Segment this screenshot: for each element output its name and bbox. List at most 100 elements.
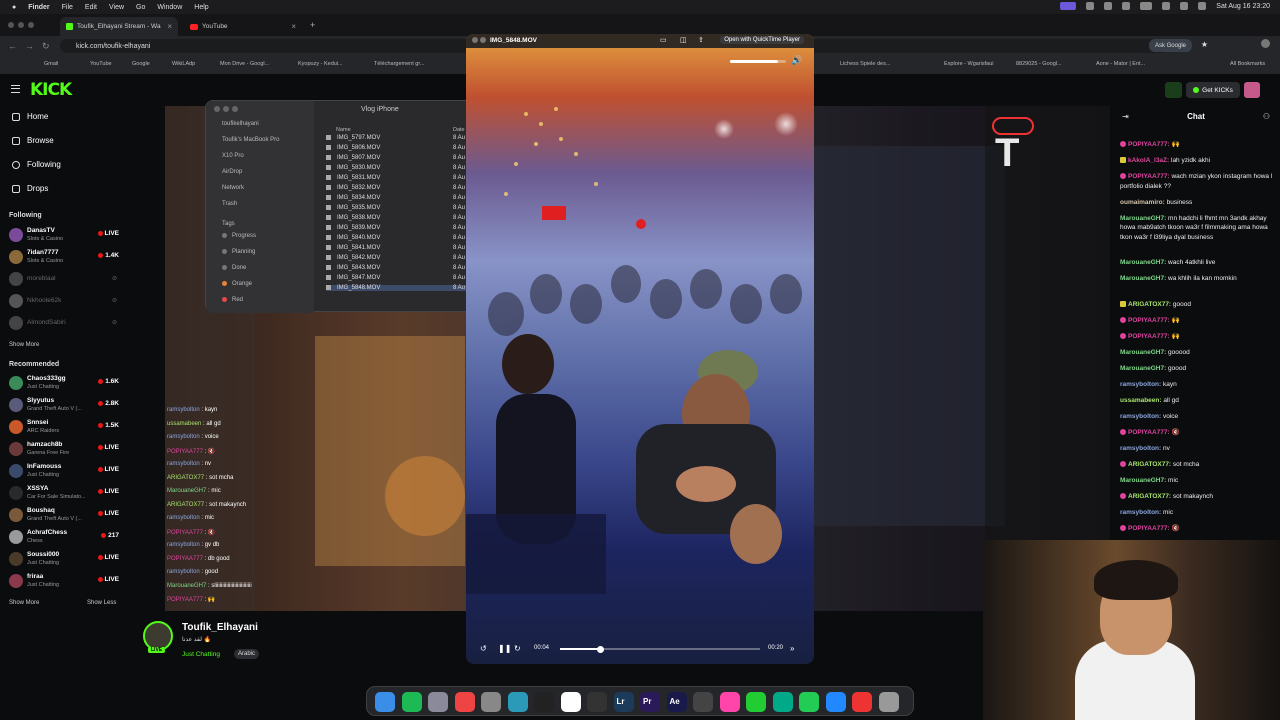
chat-username[interactable]: ramsybolton: <box>1120 381 1161 388</box>
battery-icon[interactable] <box>1140 2 1153 10</box>
finder-sidebar-item[interactable]: X10 Pro <box>222 153 244 159</box>
chat-username[interactable]: POPIYAA777: <box>1128 525 1170 532</box>
bookmark-item[interactable]: Google <box>132 61 150 67</box>
menu-help[interactable]: Help <box>194 4 208 11</box>
channel-item[interactable]: moreblaal ⊘ <box>9 270 121 290</box>
file-row[interactable]: IMG_5838.MOV 8 Au <box>326 215 471 221</box>
download-icon[interactable] <box>1165 82 1182 98</box>
finder-sidebar-item[interactable]: Done <box>222 265 246 271</box>
wifi-icon[interactable] <box>1162 2 1171 10</box>
app-store-icon[interactable] <box>825 692 846 712</box>
menu-file[interactable]: File <box>62 4 73 11</box>
clock-icon[interactable] <box>587 692 607 712</box>
minimize-window-button[interactable] <box>480 37 486 43</box>
menu-go[interactable]: Go <box>136 4 145 11</box>
file-row[interactable]: IMG_5797.MOV 8 Au <box>326 135 471 141</box>
bookmark-star-icon[interactable]: ★ <box>1201 40 1208 49</box>
minimize-window-button[interactable] <box>18 22 24 28</box>
chat-username[interactable]: ramsybolton: <box>1120 445 1161 452</box>
close-window-button[interactable] <box>214 106 220 112</box>
status-icon[interactable] <box>1122 2 1131 10</box>
stream-tag[interactable]: Arabic <box>234 649 260 659</box>
file-row[interactable]: IMG_5840.MOV 8 Au <box>326 235 471 241</box>
status-icon[interactable] <box>1086 2 1095 10</box>
search-icon[interactable] <box>1180 2 1189 10</box>
control-center-icon[interactable] <box>1198 2 1207 10</box>
finder-sidebar-item[interactable]: AirDrop <box>222 169 242 175</box>
chat-username[interactable]: MarouaneGH7: <box>1120 275 1166 282</box>
nav-browse[interactable]: Browse <box>12 136 54 145</box>
menu-window[interactable]: Window <box>157 4 182 11</box>
ask-google-button[interactable]: Ask Google <box>1148 39 1192 52</box>
lightroom-icon[interactable]: Lr <box>613 692 634 712</box>
bookmark-item[interactable]: WikiLAdp <box>172 61 195 67</box>
new-tab-icon[interactable]: + <box>310 20 315 30</box>
close-tab-icon[interactable]: × <box>291 22 296 31</box>
channel-item[interactable]: DanasTV Slots & Casino LIVE <box>9 226 121 246</box>
channel-item[interactable]: Slyyutus Grand Theft Auto V (... 2.8K <box>9 396 121 416</box>
chat-username[interactable]: ussamabeen: <box>1120 397 1162 404</box>
finder-icon[interactable] <box>375 692 395 712</box>
menu-icon[interactable] <box>11 85 20 93</box>
open-quicktime-button[interactable]: Open with QuickTime Player <box>720 36 804 44</box>
channel-item[interactable]: InFamouss Just Chatting LIVE <box>9 462 121 482</box>
tab-youtube[interactable]: YouTube × <box>184 17 302 36</box>
file-row[interactable]: IMG_5806.MOV 8 Au <box>326 145 471 151</box>
reload-icon[interactable]: ↻ <box>42 41 50 52</box>
trim-icon[interactable]: ◫ <box>680 36 687 44</box>
finder-window[interactable]: Vlog iPhone toufikelhayani Toufik's MacBo… <box>205 100 475 313</box>
back-icon[interactable]: ← <box>8 41 17 51</box>
chat-username[interactable]: oumaimamiro: <box>1120 199 1165 206</box>
channel-item[interactable]: 7idan7777 Slots & Casino 1.4K <box>9 248 121 268</box>
finder-sidebar-item[interactable]: toufikelhayani <box>222 121 259 127</box>
bookmark-item[interactable]: All Bookmarks <box>1230 61 1265 67</box>
get-kicks-button[interactable]: Get KICKs <box>1186 82 1240 98</box>
chat-users-icon[interactable]: ⚇ <box>1263 112 1270 121</box>
screen-record-icon[interactable] <box>852 692 872 712</box>
forward-icon[interactable]: → <box>25 41 34 51</box>
chat-username[interactable]: POPIYAA777: <box>1128 317 1170 324</box>
channel-item[interactable]: friraa Just Chatting LIVE <box>9 572 121 592</box>
bookmark-item[interactable]: YouTube <box>90 61 112 67</box>
video-progress-bar[interactable] <box>560 645 760 653</box>
file-row[interactable]: IMG_5843.MOV 8 Au <box>326 265 471 271</box>
menu-edit[interactable]: Edit <box>85 4 97 11</box>
pip-icon[interactable]: ▭ <box>660 36 667 44</box>
chat-username[interactable]: kAkolA_l3aZ: <box>1128 157 1169 164</box>
avatar[interactable] <box>1244 82 1260 98</box>
bookmark-item[interactable]: Aone - Mator | Ent... <box>1096 61 1145 67</box>
forward-icon[interactable]: ↻ <box>514 644 521 653</box>
chat-username[interactable]: ARIGATOX77: <box>1128 493 1171 500</box>
finder-sidebar-item[interactable]: Tags <box>222 221 235 227</box>
pause-button[interactable]: ❚❚ <box>498 644 511 653</box>
finder-sidebar-item[interactable]: Progress <box>222 233 256 239</box>
davinci-icon[interactable] <box>693 692 713 712</box>
channel-item[interactable]: Soussi000 Just Chatting LIVE <box>9 550 121 570</box>
show-less-recommended[interactable]: Show Less <box>87 600 116 606</box>
column-date-header[interactable]: Date <box>453 127 465 133</box>
nav-following[interactable]: Following <box>12 160 61 169</box>
channel-item[interactable]: Boushaq Grand Theft Auto V (... LIVE <box>9 506 121 526</box>
file-row[interactable]: IMG_5830.MOV 8 Au <box>326 165 471 171</box>
settings-icon[interactable] <box>481 692 501 712</box>
chat-username[interactable]: ramsybolton: <box>1120 509 1161 516</box>
spotify-icon[interactable] <box>401 692 422 712</box>
menubar-clock[interactable]: Sat Aug 16 23:20 <box>1216 3 1270 10</box>
chatgpt2-icon[interactable] <box>772 692 793 712</box>
channel-item[interactable]: XSSYA Car For Sale Simulato... LIVE <box>9 484 121 504</box>
file-row[interactable]: IMG_5831.MOV 8 Au <box>326 175 471 181</box>
channel-item[interactable]: Chaos333gg Just Chatting 1.6K <box>9 374 121 394</box>
close-window-button[interactable] <box>472 37 478 43</box>
zoom-window-button[interactable] <box>28 22 34 28</box>
whatsapp-icon[interactable] <box>799 692 819 712</box>
chrome-icon[interactable] <box>454 692 475 712</box>
file-row[interactable]: IMG_5834.MOV 8 Au <box>326 195 471 201</box>
chat-username[interactable]: ARIGATOX77: <box>1128 461 1171 468</box>
bookmark-item[interactable]: Téléchargement gr... <box>374 61 424 67</box>
file-row[interactable]: IMG_5832.MOV 8 Au <box>326 185 471 191</box>
chat-username[interactable]: ramsybolton: <box>1120 413 1161 420</box>
channel-item[interactable]: Nkhoole62k ⊘ <box>9 292 121 312</box>
file-row[interactable]: IMG_5847.MOV 8 Au <box>326 275 471 281</box>
file-row[interactable]: IMG_5839.MOV 8 Au <box>326 225 471 231</box>
photos-icon[interactable] <box>719 692 740 712</box>
